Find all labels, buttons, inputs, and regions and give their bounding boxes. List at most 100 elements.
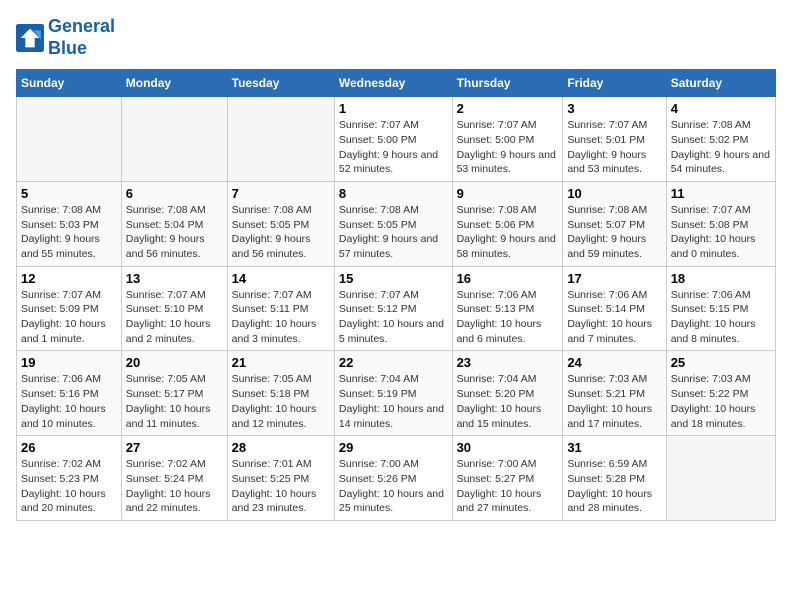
calendar-cell: 2 Sunrise: 7:07 AM Sunset: 5:00 PM Dayli… xyxy=(452,97,563,182)
day-info: Sunrise: 7:06 AM Sunset: 5:14 PM Dayligh… xyxy=(567,288,661,347)
day-info: Sunrise: 7:03 AM Sunset: 5:22 PM Dayligh… xyxy=(671,372,771,431)
day-info: Sunrise: 6:59 AM Sunset: 5:28 PM Dayligh… xyxy=(567,457,661,516)
calendar-cell: 21 Sunrise: 7:05 AM Sunset: 5:18 PM Dayl… xyxy=(227,351,334,436)
day-info: Sunrise: 7:07 AM Sunset: 5:12 PM Dayligh… xyxy=(339,288,448,347)
day-number: 27 xyxy=(126,440,223,455)
day-header-wednesday: Wednesday xyxy=(334,70,452,97)
day-header-friday: Friday xyxy=(563,70,666,97)
day-number: 30 xyxy=(457,440,559,455)
calendar-cell: 12 Sunrise: 7:07 AM Sunset: 5:09 PM Dayl… xyxy=(17,266,122,351)
calendar-cell: 10 Sunrise: 7:08 AM Sunset: 5:07 PM Dayl… xyxy=(563,181,666,266)
day-info: Sunrise: 7:07 AM Sunset: 5:08 PM Dayligh… xyxy=(671,203,771,262)
day-info: Sunrise: 7:05 AM Sunset: 5:17 PM Dayligh… xyxy=(126,372,223,431)
day-number: 31 xyxy=(567,440,661,455)
day-number: 23 xyxy=(457,355,559,370)
day-info: Sunrise: 7:07 AM Sunset: 5:09 PM Dayligh… xyxy=(21,288,117,347)
day-info: Sunrise: 7:04 AM Sunset: 5:19 PM Dayligh… xyxy=(339,372,448,431)
day-number: 16 xyxy=(457,271,559,286)
day-number: 14 xyxy=(232,271,330,286)
day-info: Sunrise: 7:07 AM Sunset: 5:01 PM Dayligh… xyxy=(567,118,661,177)
calendar-cell: 11 Sunrise: 7:07 AM Sunset: 5:08 PM Dayl… xyxy=(666,181,775,266)
day-number: 4 xyxy=(671,101,771,116)
day-header-thursday: Thursday xyxy=(452,70,563,97)
day-info: Sunrise: 7:08 AM Sunset: 5:06 PM Dayligh… xyxy=(457,203,559,262)
calendar-cell: 17 Sunrise: 7:06 AM Sunset: 5:14 PM Dayl… xyxy=(563,266,666,351)
logo-icon xyxy=(16,24,44,52)
day-number: 17 xyxy=(567,271,661,286)
day-info: Sunrise: 7:07 AM Sunset: 5:11 PM Dayligh… xyxy=(232,288,330,347)
day-header-monday: Monday xyxy=(121,70,227,97)
day-info: Sunrise: 7:03 AM Sunset: 5:21 PM Dayligh… xyxy=(567,372,661,431)
day-number: 21 xyxy=(232,355,330,370)
day-number: 10 xyxy=(567,186,661,201)
day-info: Sunrise: 7:08 AM Sunset: 5:05 PM Dayligh… xyxy=(339,203,448,262)
day-number: 5 xyxy=(21,186,117,201)
page-header: General Blue xyxy=(16,16,776,59)
day-header-sunday: Sunday xyxy=(17,70,122,97)
calendar-cell xyxy=(227,97,334,182)
calendar-cell xyxy=(666,436,775,521)
calendar-header-row: SundayMondayTuesdayWednesdayThursdayFrid… xyxy=(17,70,776,97)
calendar-cell: 8 Sunrise: 7:08 AM Sunset: 5:05 PM Dayli… xyxy=(334,181,452,266)
day-info: Sunrise: 7:06 AM Sunset: 5:16 PM Dayligh… xyxy=(21,372,117,431)
day-number: 2 xyxy=(457,101,559,116)
day-number: 6 xyxy=(126,186,223,201)
day-info: Sunrise: 7:06 AM Sunset: 5:15 PM Dayligh… xyxy=(671,288,771,347)
calendar-body: 1 Sunrise: 7:07 AM Sunset: 5:00 PM Dayli… xyxy=(17,97,776,521)
day-info: Sunrise: 7:07 AM Sunset: 5:10 PM Dayligh… xyxy=(126,288,223,347)
calendar-cell: 26 Sunrise: 7:02 AM Sunset: 5:23 PM Dayl… xyxy=(17,436,122,521)
day-number: 22 xyxy=(339,355,448,370)
day-info: Sunrise: 7:07 AM Sunset: 5:00 PM Dayligh… xyxy=(339,118,448,177)
day-number: 1 xyxy=(339,101,448,116)
calendar-cell: 18 Sunrise: 7:06 AM Sunset: 5:15 PM Dayl… xyxy=(666,266,775,351)
day-info: Sunrise: 7:06 AM Sunset: 5:13 PM Dayligh… xyxy=(457,288,559,347)
calendar-table: SundayMondayTuesdayWednesdayThursdayFrid… xyxy=(16,69,776,521)
day-number: 20 xyxy=(126,355,223,370)
calendar-week-2: 5 Sunrise: 7:08 AM Sunset: 5:03 PM Dayli… xyxy=(17,181,776,266)
day-number: 19 xyxy=(21,355,117,370)
day-info: Sunrise: 7:08 AM Sunset: 5:07 PM Dayligh… xyxy=(567,203,661,262)
day-header-tuesday: Tuesday xyxy=(227,70,334,97)
calendar-week-5: 26 Sunrise: 7:02 AM Sunset: 5:23 PM Dayl… xyxy=(17,436,776,521)
calendar-cell: 15 Sunrise: 7:07 AM Sunset: 5:12 PM Dayl… xyxy=(334,266,452,351)
calendar-cell: 9 Sunrise: 7:08 AM Sunset: 5:06 PM Dayli… xyxy=(452,181,563,266)
calendar-week-4: 19 Sunrise: 7:06 AM Sunset: 5:16 PM Dayl… xyxy=(17,351,776,436)
calendar-cell xyxy=(121,97,227,182)
day-info: Sunrise: 7:04 AM Sunset: 5:20 PM Dayligh… xyxy=(457,372,559,431)
day-info: Sunrise: 7:02 AM Sunset: 5:24 PM Dayligh… xyxy=(126,457,223,516)
calendar-cell: 13 Sunrise: 7:07 AM Sunset: 5:10 PM Dayl… xyxy=(121,266,227,351)
calendar-cell xyxy=(17,97,122,182)
calendar-cell: 6 Sunrise: 7:08 AM Sunset: 5:04 PM Dayli… xyxy=(121,181,227,266)
day-number: 8 xyxy=(339,186,448,201)
calendar-cell: 31 Sunrise: 6:59 AM Sunset: 5:28 PM Dayl… xyxy=(563,436,666,521)
day-info: Sunrise: 7:02 AM Sunset: 5:23 PM Dayligh… xyxy=(21,457,117,516)
day-info: Sunrise: 7:00 AM Sunset: 5:27 PM Dayligh… xyxy=(457,457,559,516)
day-number: 15 xyxy=(339,271,448,286)
calendar-cell: 22 Sunrise: 7:04 AM Sunset: 5:19 PM Dayl… xyxy=(334,351,452,436)
day-number: 28 xyxy=(232,440,330,455)
day-info: Sunrise: 7:05 AM Sunset: 5:18 PM Dayligh… xyxy=(232,372,330,431)
day-number: 25 xyxy=(671,355,771,370)
logo: General Blue xyxy=(16,16,115,59)
day-number: 7 xyxy=(232,186,330,201)
day-info: Sunrise: 7:08 AM Sunset: 5:02 PM Dayligh… xyxy=(671,118,771,177)
calendar-cell: 7 Sunrise: 7:08 AM Sunset: 5:05 PM Dayli… xyxy=(227,181,334,266)
calendar-week-3: 12 Sunrise: 7:07 AM Sunset: 5:09 PM Dayl… xyxy=(17,266,776,351)
calendar-cell: 27 Sunrise: 7:02 AM Sunset: 5:24 PM Dayl… xyxy=(121,436,227,521)
calendar-cell: 20 Sunrise: 7:05 AM Sunset: 5:17 PM Dayl… xyxy=(121,351,227,436)
calendar-cell: 28 Sunrise: 7:01 AM Sunset: 5:25 PM Dayl… xyxy=(227,436,334,521)
day-info: Sunrise: 7:07 AM Sunset: 5:00 PM Dayligh… xyxy=(457,118,559,177)
calendar-cell: 5 Sunrise: 7:08 AM Sunset: 5:03 PM Dayli… xyxy=(17,181,122,266)
calendar-cell: 3 Sunrise: 7:07 AM Sunset: 5:01 PM Dayli… xyxy=(563,97,666,182)
calendar-cell: 23 Sunrise: 7:04 AM Sunset: 5:20 PM Dayl… xyxy=(452,351,563,436)
day-number: 11 xyxy=(671,186,771,201)
calendar-cell: 19 Sunrise: 7:06 AM Sunset: 5:16 PM Dayl… xyxy=(17,351,122,436)
day-number: 12 xyxy=(21,271,117,286)
calendar-cell: 29 Sunrise: 7:00 AM Sunset: 5:26 PM Dayl… xyxy=(334,436,452,521)
calendar-cell: 25 Sunrise: 7:03 AM Sunset: 5:22 PM Dayl… xyxy=(666,351,775,436)
day-number: 18 xyxy=(671,271,771,286)
calendar-cell: 1 Sunrise: 7:07 AM Sunset: 5:00 PM Dayli… xyxy=(334,97,452,182)
day-info: Sunrise: 7:00 AM Sunset: 5:26 PM Dayligh… xyxy=(339,457,448,516)
calendar-cell: 16 Sunrise: 7:06 AM Sunset: 5:13 PM Dayl… xyxy=(452,266,563,351)
day-number: 13 xyxy=(126,271,223,286)
